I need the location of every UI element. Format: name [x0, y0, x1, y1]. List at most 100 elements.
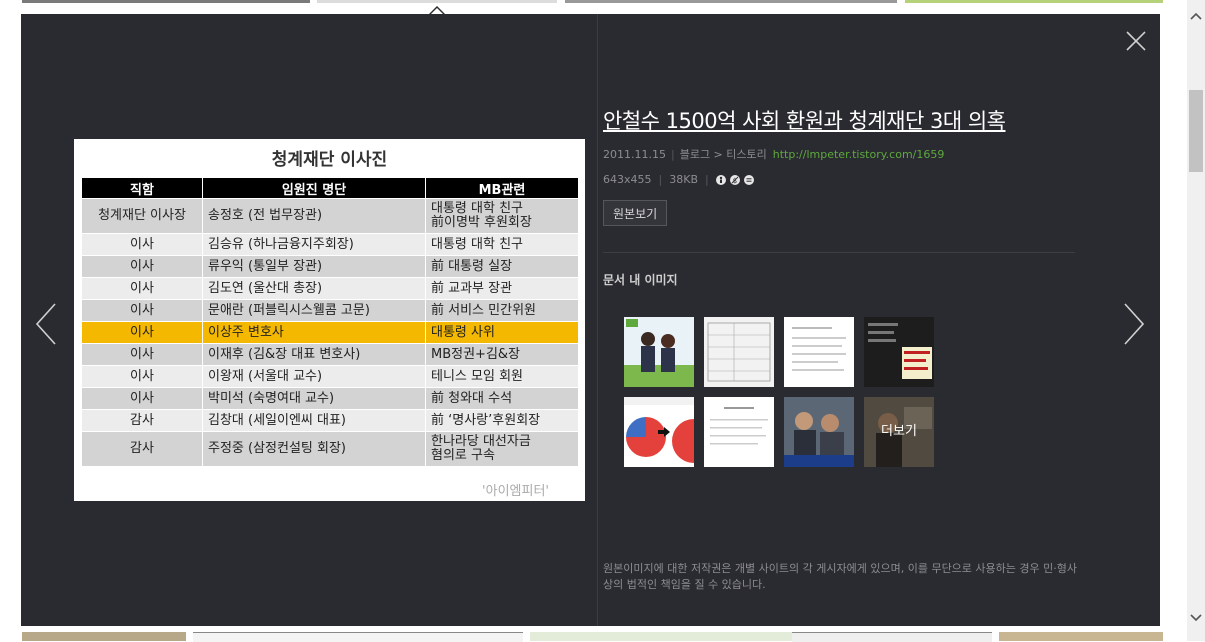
main-image[interactable]: 청계재단 이사진 직함 임원진 명단 MB관련 청계재단 이사장 송정호 (전 …: [74, 139, 585, 501]
table-cell: 류우익 (통일부 장관): [202, 255, 426, 278]
bottom-results-strip: [0, 628, 1180, 642]
document-image-thumbnail[interactable]: [864, 317, 934, 387]
table-cell: 前 교과부 장관: [425, 277, 579, 300]
table-cell: 이사: [81, 387, 203, 410]
table-cell: 이사: [81, 277, 203, 300]
thumbnail-text-document-image: [784, 317, 854, 387]
result-thumbnail[interactable]: [565, 0, 897, 3]
table-row: 이사 박미석 (숙명여대 교수) 前 청와대 수석: [81, 387, 579, 410]
table-cell: 청계재단 이사장: [81, 198, 203, 234]
view-original-button[interactable]: 원본보기: [603, 200, 668, 226]
post-date: 2011.11.15: [603, 148, 666, 161]
table-cell: 前 청와대 수석: [425, 387, 579, 410]
image-dimensions: 643x455: [603, 173, 652, 186]
document-images-heading: 문서 내 이미지: [603, 273, 678, 287]
document-image-thumbnail[interactable]: [784, 317, 854, 387]
result-thumbnail[interactable]: [530, 632, 792, 641]
table-cell: 주정중 (삼정컨설팅 회장): [202, 431, 426, 467]
table-row: 감사 주정중 (삼정컨설팅 회장) 한나라당 대선자금 혐의로 구속: [81, 431, 579, 467]
result-thumbnail[interactable]: [22, 632, 186, 641]
cc-by-icon[interactable]: [715, 174, 726, 185]
table-cell: 감사: [81, 431, 203, 467]
more-images-thumbnail[interactable]: 더보기: [864, 397, 934, 467]
table-header: 직함: [81, 177, 203, 199]
table-cell: 이사: [81, 233, 203, 256]
document-image-thumbnail[interactable]: [704, 397, 774, 467]
image-size-line: 643x455 | 38KB | $: [603, 173, 758, 186]
close-button[interactable]: [1123, 28, 1149, 54]
image-credit: '아이엠피터': [482, 484, 549, 499]
table-cell: MB정권+김&장: [425, 343, 579, 366]
board-members-table: 직함 임원진 명단 MB관련 청계재단 이사장 송정호 (전 법무장관) 대통령…: [81, 177, 579, 467]
table-cell: 이사: [81, 321, 203, 344]
result-thumbnail[interactable]: [999, 632, 1163, 641]
table-row: 이사 이왕재 (서울대 교수) 테니스 모임 회원: [81, 365, 579, 388]
scroll-up-button[interactable]: [1187, 8, 1205, 22]
copyright-notice: 원본이미지에 대한 저작권은 개별 사이트의 각 게시자에게 있으며, 이를 무…: [603, 562, 1077, 591]
thumbnail-letter-image: [704, 397, 774, 467]
close-icon: [1126, 31, 1146, 51]
table-header-row: 직함 임원진 명단 MB관련: [81, 177, 579, 199]
document-image-thumbnail[interactable]: [704, 317, 774, 387]
no-derivatives-icon[interactable]: [743, 174, 754, 185]
table-row: 이사 김승유 (하나금융지주회장) 대통령 대학 친구: [81, 233, 579, 256]
table-cell: 前 대통령 실장: [425, 255, 579, 278]
table-cell: 대통령 대학 친구: [425, 233, 579, 256]
meta-separator: |: [658, 173, 663, 186]
chevron-down-icon: [1190, 614, 1202, 622]
document-image-thumbnail[interactable]: [784, 397, 854, 467]
table-cell: 김승유 (하나금융지주회장): [202, 233, 426, 256]
previous-image-button[interactable]: [31, 299, 61, 349]
image-meta-line: 2011.11.15 | 블로그 > 티스토리 http://lmpeter.tist…: [603, 146, 944, 162]
section-divider: [603, 252, 1075, 253]
source-url-link[interactable]: http://lmpeter.tistory.com/1659: [773, 148, 945, 161]
chevron-up-icon: [1190, 12, 1202, 20]
more-images-label[interactable]: 더보기: [864, 397, 934, 467]
thumbnail-students-image: [624, 317, 694, 387]
table-cell: 이왕재 (서울대 교수): [202, 365, 426, 388]
table-cell: 김도연 (울산대 총장): [202, 277, 426, 300]
table-row: 이사 류우익 (통일부 장관) 前 대통령 실장: [81, 255, 579, 278]
table-cell: 대통령 대학 친구 前이명박 후원회장: [425, 198, 579, 234]
top-results-strip: [0, 0, 1180, 14]
image-title-link[interactable]: 안철수 1500억 사회 환원과 청계재단 3대 의혹: [603, 105, 1006, 135]
image-filesize: 38KB: [669, 173, 698, 186]
table-cell: 감사: [81, 409, 203, 432]
document-image-thumbnail[interactable]: [624, 317, 694, 387]
table-row: 이사 김도연 (울산대 총장) 前 교과부 장관: [81, 277, 579, 300]
table-cell: 이사: [81, 343, 203, 366]
table-row: 이사 이재후 (김&장 대표 변호사) MB정권+김&장: [81, 343, 579, 366]
table-header: MB관련: [425, 177, 579, 199]
next-image-button[interactable]: [1119, 299, 1149, 349]
scrollbar-thumb[interactable]: [1189, 90, 1203, 172]
panel-divider: [597, 14, 598, 626]
result-thumbnail[interactable]: [317, 0, 557, 3]
table-cell: 문애란 (퍼블릭시스웰콤 고문): [202, 299, 426, 322]
table-cell: 테니스 모임 회원: [425, 365, 579, 388]
table-cell: 김창대 (세일이엔씨 대표): [202, 409, 426, 432]
result-thumbnail[interactable]: [22, 0, 310, 3]
image-table-title: 청계재단 이사진: [271, 150, 388, 170]
table-row: 청계재단 이사장 송정호 (전 법무장관) 대통령 대학 친구 前이명박 후원회…: [81, 198, 579, 234]
noncommercial-icon[interactable]: $: [729, 174, 740, 185]
thumbnail-screenshot-image: [864, 317, 934, 387]
table-cell: 대통령 사위: [425, 321, 579, 344]
thumbnail-form-image: [704, 317, 774, 387]
meta-separator: |: [705, 173, 709, 186]
chevron-right-icon: [1124, 303, 1145, 345]
table-header: 임원진 명단: [202, 177, 426, 199]
result-thumbnail[interactable]: [905, 0, 1163, 3]
meta-separator: |: [670, 148, 675, 161]
document-image-thumbnail[interactable]: [624, 397, 694, 467]
source-breadcrumb[interactable]: 블로그 > 티스토리: [680, 148, 767, 161]
table-cell: 박미석 (숙명여대 교수): [202, 387, 426, 410]
chevron-left-icon: [35, 303, 56, 345]
table-cell: 이사: [81, 365, 203, 388]
table-cell: 한나라당 대선자금 혐의로 구속: [425, 431, 579, 467]
table-cell: 이재후 (김&장 대표 변호사): [202, 343, 426, 366]
thumbnail-news-photo-image: [784, 397, 854, 467]
table-cell: 이상주 변호사: [202, 321, 426, 344]
scroll-down-button[interactable]: [1187, 610, 1205, 624]
page-scrollbar[interactable]: [1187, 0, 1205, 641]
table-row: 감사 김창대 (세일이엔씨 대표) 前 ‘명사랑’후원회장: [81, 409, 579, 432]
